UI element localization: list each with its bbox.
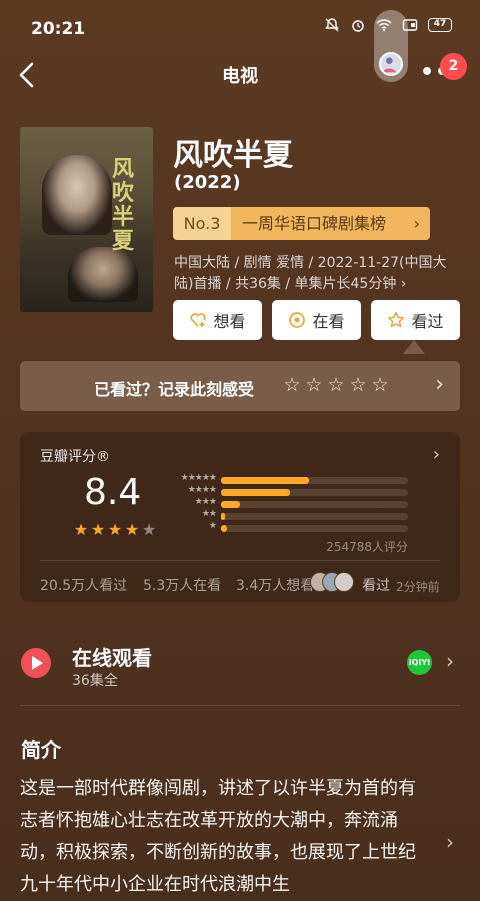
want-to-watch-label: 想看 bbox=[213, 312, 246, 331]
show-year: (2022) bbox=[174, 172, 241, 193]
show-poster[interactable]: 风吹半夏 bbox=[20, 127, 153, 312]
star-outline-icon[interactable]: ☆ bbox=[348, 374, 368, 396]
divider bbox=[20, 705, 460, 706]
star-outline-icon[interactable]: ☆ bbox=[326, 374, 346, 396]
want-to-watch-button[interactable]: 想看 bbox=[173, 300, 262, 340]
dist-track bbox=[221, 489, 408, 496]
stat-seen: 20.5万人看过 bbox=[40, 578, 128, 594]
dist-stars: ★★★★ bbox=[187, 485, 217, 495]
dist-fill bbox=[221, 501, 240, 508]
poster-figure-man bbox=[68, 247, 138, 302]
chevron-right-icon[interactable]: › bbox=[446, 830, 454, 854]
alarm-icon bbox=[352, 20, 364, 32]
rating-count: 254788人评分 bbox=[326, 540, 408, 554]
star-outline-icon[interactable]: ☆ bbox=[282, 374, 302, 396]
star-outline-icon[interactable]: ☆ bbox=[304, 374, 324, 396]
poster-figure-woman bbox=[42, 155, 112, 235]
record-feeling-bar[interactable]: 已看过？记录此刻感受 ☆ ☆ ☆ ☆ ☆ › bbox=[20, 361, 460, 411]
star-filled-icon: ★ bbox=[107, 520, 123, 539]
dist-fill bbox=[221, 477, 309, 484]
rank-label: 一周华语口碑剧集榜 bbox=[231, 207, 430, 240]
rate-stars[interactable]: ☆ ☆ ☆ ☆ ☆ bbox=[282, 374, 390, 396]
watching-circle-icon bbox=[289, 312, 306, 328]
dist-track bbox=[221, 513, 408, 520]
synopsis-body[interactable]: 这是一部时代群像闯剧，讲述了以许半夏为首的有志者怀抱雄心壮志在改革开放的大潮中，… bbox=[20, 773, 424, 901]
star-filled-icon: ★ bbox=[124, 520, 140, 539]
heart-plus-icon bbox=[190, 313, 207, 327]
status-time: 20:21 bbox=[31, 19, 86, 39]
ranking-chip[interactable]: No.3 一周华语口碑剧集榜 › bbox=[173, 207, 430, 240]
dist-fill bbox=[221, 489, 291, 496]
avatar[interactable] bbox=[379, 52, 403, 76]
page-title: 电视 bbox=[222, 66, 258, 87]
dist-track bbox=[221, 501, 408, 508]
watching-button[interactable]: 在看 bbox=[272, 300, 361, 340]
show-meta[interactable]: 中国大陆 / 剧情 爱情 / 2022-11-27(中国大陆)首播 / 共36集… bbox=[174, 253, 454, 295]
friend-avatars[interactable] bbox=[310, 572, 360, 594]
distribution-row-1: ★ bbox=[168, 521, 408, 534]
online-watch-title[interactable]: 在线观看 bbox=[72, 642, 152, 671]
synopsis-title: 简介 bbox=[21, 738, 61, 762]
dist-stars: ★★ bbox=[201, 509, 217, 519]
rank-number: No.3 bbox=[173, 207, 231, 240]
iqiyi-logo-icon[interactable]: iQIYI bbox=[407, 650, 432, 675]
star-outline-icon bbox=[388, 312, 405, 328]
chevron-right-icon: › bbox=[432, 444, 440, 465]
star-filled-icon: ★ bbox=[90, 520, 106, 539]
friends-seen-time: 2分钟前 bbox=[396, 580, 440, 594]
dist-track bbox=[221, 525, 408, 532]
tooltip-caret bbox=[403, 340, 425, 354]
dist-stars: ★ bbox=[208, 521, 217, 531]
mute-bell-icon bbox=[325, 18, 339, 32]
distribution-row-2: ★★ bbox=[168, 509, 408, 522]
dist-track bbox=[221, 477, 408, 484]
chevron-right-icon[interactable]: › bbox=[446, 649, 454, 673]
notification-badge[interactable]: 2 bbox=[440, 53, 467, 80]
poster-title-art: 风吹半夏 bbox=[112, 156, 135, 254]
chevron-right-icon: › bbox=[413, 214, 420, 233]
dist-stars: ★★★ bbox=[194, 497, 217, 507]
play-icon[interactable] bbox=[21, 648, 51, 678]
divider bbox=[40, 560, 440, 561]
rating-label: 豆瓣评分® bbox=[40, 449, 110, 465]
back-button[interactable] bbox=[14, 58, 44, 92]
friends-seen-label: 看过 bbox=[362, 578, 390, 594]
star-outline-icon[interactable]: ☆ bbox=[370, 374, 390, 396]
show-title: 风吹半夏 bbox=[173, 138, 293, 173]
dist-fill bbox=[221, 513, 225, 520]
star-filled-icon: ★ bbox=[73, 520, 89, 539]
stat-watching: 5.3万人在看 bbox=[143, 578, 222, 594]
battery-icon: 47 bbox=[428, 18, 452, 32]
record-feeling-text: 已看过？记录此刻感受 bbox=[94, 380, 255, 399]
dist-stars: ★★★★★ bbox=[180, 473, 217, 483]
watched-label: 看过 bbox=[411, 312, 444, 331]
rating-score: 8.4 bbox=[84, 472, 142, 513]
douban-rating-card[interactable]: 豆瓣评分® › 8.4 ★ ★ ★ ★ ★ ★★★★★ ★★★★ ★★★ ★★ … bbox=[20, 432, 460, 602]
rating-stars: ★ ★ ★ ★ ★ bbox=[73, 520, 157, 539]
star-empty-icon: ★ bbox=[141, 520, 157, 539]
chevron-left-icon bbox=[19, 62, 34, 88]
stat-want: 3.4万人想看 bbox=[236, 578, 315, 594]
chevron-right-icon: › bbox=[435, 372, 444, 397]
status-bar: 20:21 47 bbox=[0, 0, 480, 56]
watching-label: 在看 bbox=[312, 312, 345, 331]
watched-button[interactable]: 看过 bbox=[371, 300, 460, 340]
avatar bbox=[334, 572, 354, 592]
dist-fill bbox=[221, 525, 227, 532]
online-watch-subtitle: 36集全 bbox=[72, 673, 118, 689]
